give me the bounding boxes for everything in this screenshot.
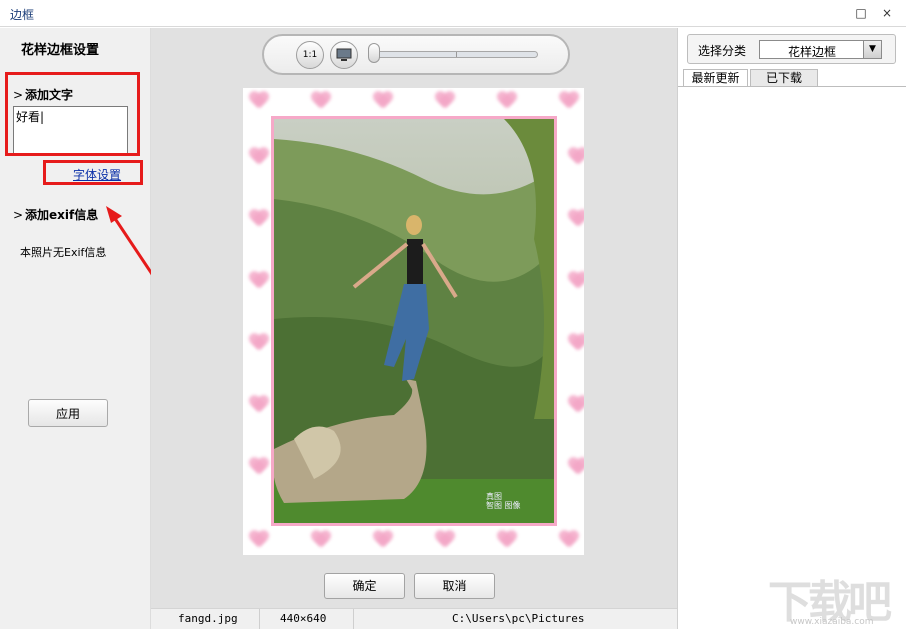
apply-button[interactable]: 应用 — [28, 399, 108, 427]
heart-pattern-icon — [373, 531, 393, 549]
heart-pattern-icon — [373, 92, 393, 110]
title-bar: 边框 □ × — [0, 0, 906, 27]
category-label: 选择分类 — [698, 44, 747, 58]
maximize-icon[interactable]: □ — [852, 4, 870, 22]
heart-pattern-icon — [568, 210, 584, 228]
site-watermark-url: www.xiazaiba.com — [790, 617, 874, 627]
photo-watermark: 真图 智图 图像 — [486, 492, 521, 510]
watermark-line2: 智图 图像 — [486, 501, 521, 510]
heart-pattern-icon — [249, 92, 269, 110]
border-settings-panel: 花样边框设置 > 添加文字 好看| 字体设置 > 添加exif信息 本照片无Exif… — [0, 28, 151, 629]
close-icon[interactable]: × — [878, 4, 896, 22]
heart-pattern-icon — [568, 458, 584, 476]
heart-pattern-icon — [497, 531, 517, 549]
heart-pattern-icon — [497, 92, 517, 110]
status-path: C:\Users\pc\Pictures — [452, 612, 585, 625]
zoom-slider-thumb[interactable] — [368, 43, 380, 63]
heart-pattern-icon — [311, 531, 331, 549]
photo-border: 真图 智图 图像 — [271, 116, 557, 526]
heart-pattern-icon — [568, 334, 584, 352]
fit-screen-button[interactable] — [330, 41, 358, 69]
heart-pattern-icon — [249, 334, 269, 352]
heart-pattern-icon — [249, 458, 269, 476]
heart-pattern-icon — [249, 396, 269, 414]
monitor-icon — [336, 48, 352, 61]
heart-pattern-icon — [249, 531, 269, 549]
chevron-right-icon: > — [13, 88, 24, 102]
bordered-image-preview: 真图 智图 图像 — [243, 88, 584, 555]
actual-size-label: 1:1 — [302, 50, 318, 60]
tab-divider — [678, 86, 906, 87]
border-library-panel: 选择分类 花样边框 ▼ 最新更新 已下载 — [677, 28, 906, 629]
chevron-down-icon[interactable]: ▼ — [863, 41, 881, 58]
photo-image — [274, 119, 554, 523]
chevron-right-icon: > — [13, 208, 24, 222]
heart-pattern-icon — [435, 531, 455, 549]
status-filename: fangd.jpg — [178, 612, 238, 625]
tab-latest[interactable]: 最新更新 — [683, 69, 748, 87]
zoom-slider[interactable] — [372, 51, 538, 58]
cancel-button[interactable]: 取消 — [414, 573, 495, 599]
heart-pattern-icon — [249, 272, 269, 290]
ok-button[interactable]: 确定 — [324, 573, 405, 599]
watermark-line1: 真图 — [486, 492, 502, 501]
category-dropdown[interactable]: 花样边框 ▼ — [759, 40, 882, 59]
no-exif-text: 本照片无Exif信息 — [20, 246, 107, 259]
heart-pattern-icon — [311, 92, 331, 110]
add-text-label: 添加文字 — [25, 88, 74, 102]
heart-pattern-icon — [559, 92, 579, 110]
status-dimensions: 440×640 — [280, 612, 327, 625]
heart-pattern-icon — [249, 210, 269, 228]
add-text-section[interactable]: > 添加文字 — [13, 86, 73, 103]
window-title: 边框 — [10, 8, 35, 22]
tab-downloaded[interactable]: 已下载 — [750, 69, 818, 87]
add-exif-section[interactable]: > 添加exif信息 — [13, 206, 98, 223]
text-input[interactable]: 好看| — [13, 106, 128, 154]
status-bar: fangd.jpg 440×640 C:\Users\pc\Pictures — [151, 608, 677, 629]
add-exif-label: 添加exif信息 — [25, 208, 99, 222]
zoom-toolbar: 1:1 — [262, 34, 570, 75]
heart-pattern-icon — [249, 148, 269, 166]
font-settings-link[interactable]: 字体设置 — [73, 166, 121, 183]
heart-pattern-icon — [568, 396, 584, 414]
category-selector: 选择分类 花样边框 ▼ — [687, 34, 896, 64]
category-value: 花样边框 — [788, 45, 837, 59]
panel-title: 花样边框设置 — [21, 43, 100, 58]
preview-area: 1:1 真图 智图 图像 确定 取消 — [151, 28, 677, 608]
heart-pattern-icon — [559, 531, 579, 549]
heart-pattern-icon — [568, 148, 584, 166]
heart-pattern-icon — [435, 92, 455, 110]
actual-size-button[interactable]: 1:1 — [296, 41, 324, 69]
heart-pattern-icon — [568, 272, 584, 290]
